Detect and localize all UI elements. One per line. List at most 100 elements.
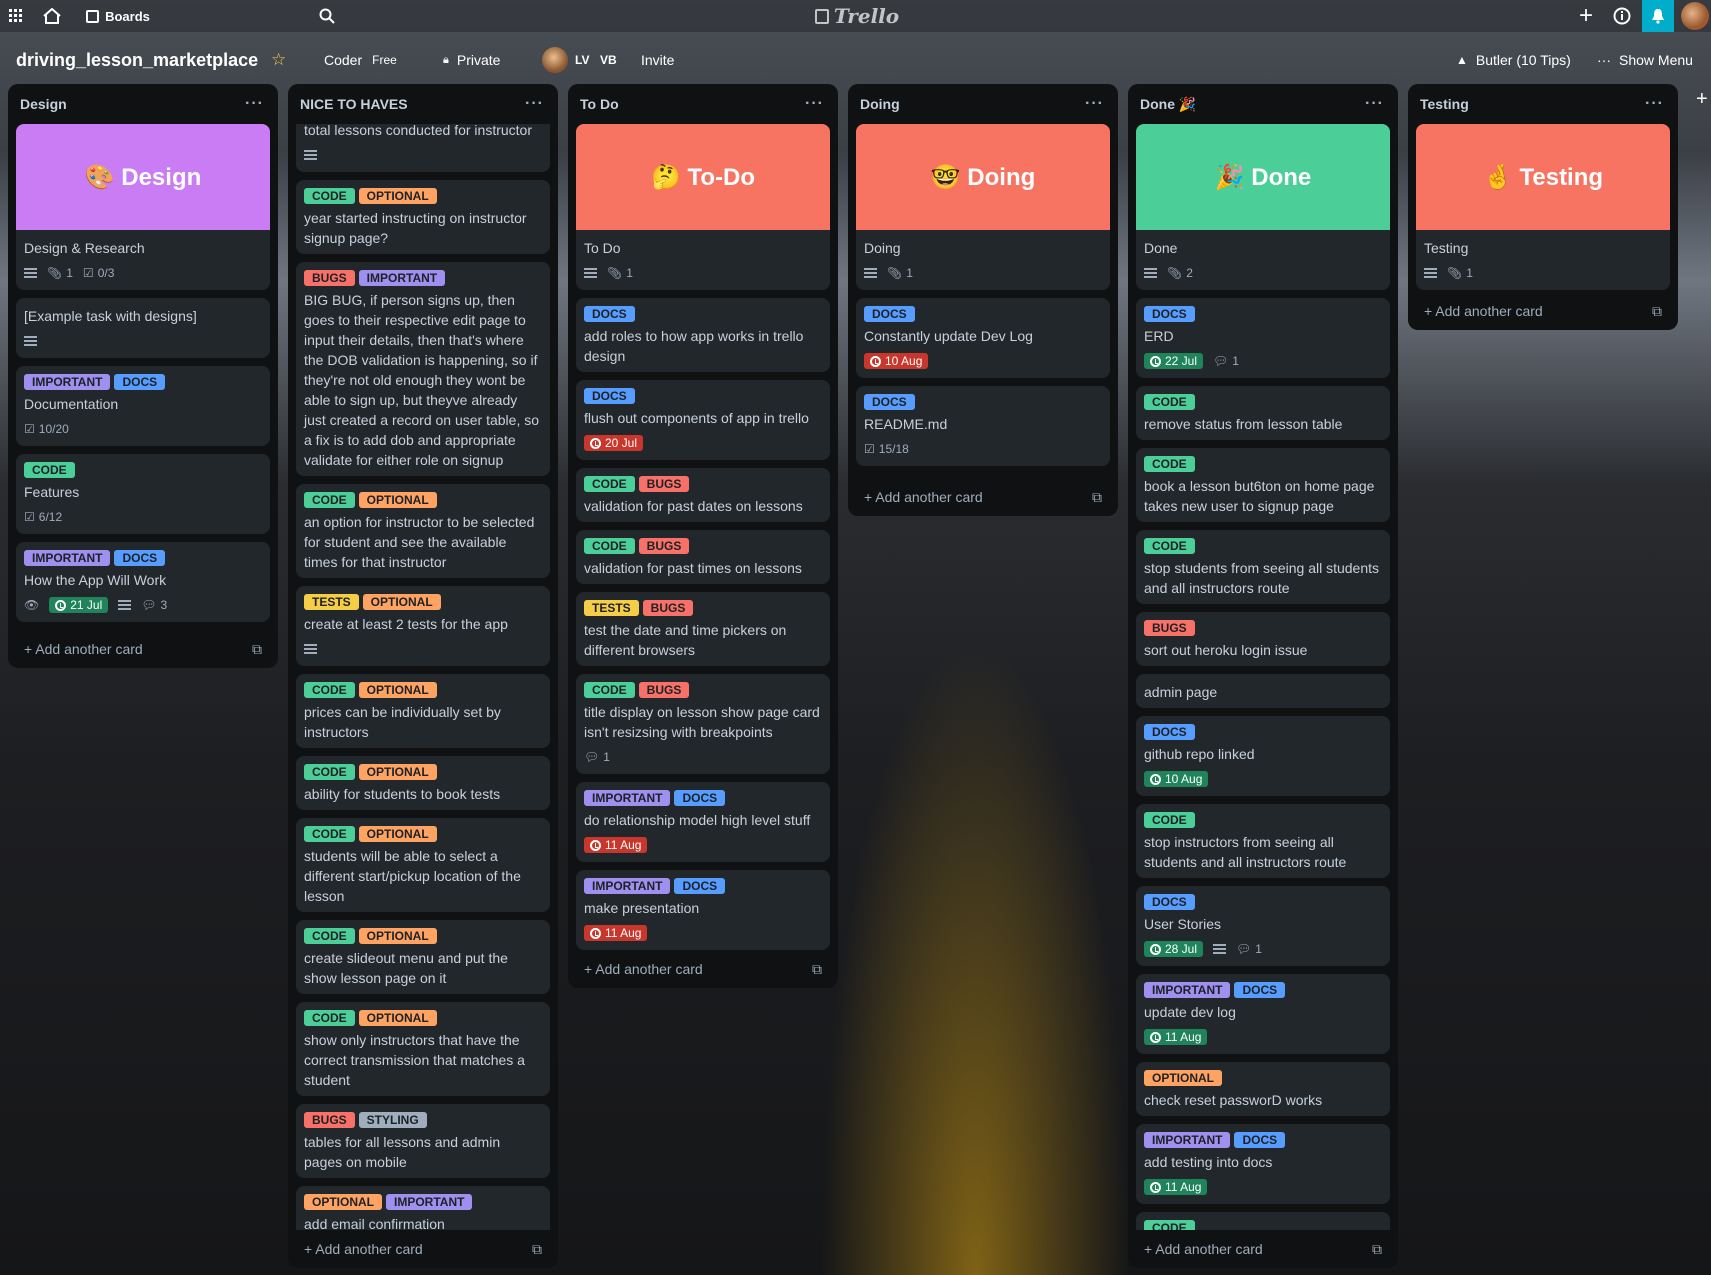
label-code[interactable]: CODE bbox=[584, 476, 635, 492]
due-date-badge[interactable]: 11 Aug bbox=[584, 837, 648, 853]
card[interactable]: 🎉 Done Done 📎︎ 2 bbox=[1136, 124, 1390, 290]
label-docs[interactable]: DOCS bbox=[584, 306, 635, 322]
card[interactable]: IMPORTANT DOCS Documentation ☑ 10/20 bbox=[16, 366, 270, 446]
label-code[interactable]: CODE bbox=[304, 826, 355, 842]
due-date-badge[interactable]: 11 Aug bbox=[1144, 1179, 1208, 1195]
due-date-badge[interactable]: 11 Aug bbox=[1144, 1029, 1208, 1045]
due-date-badge[interactable]: 21 Jul bbox=[49, 597, 109, 613]
add-card-button[interactable]: + Add another card ⧉ bbox=[856, 478, 1110, 516]
label-code[interactable]: CODE bbox=[304, 188, 355, 204]
avatar-icon[interactable] bbox=[1680, 0, 1710, 32]
due-date-badge[interactable]: 20 Jul bbox=[584, 435, 644, 451]
boards-button[interactable]: Boards bbox=[78, 0, 158, 32]
card[interactable]: 🎨 Design Design & Research 📎︎ 1 ☑ 0/3 bbox=[16, 124, 270, 290]
label-optional[interactable]: OPTIONAL bbox=[358, 492, 437, 508]
label-bugs[interactable]: BUGS bbox=[304, 270, 355, 286]
card[interactable]: BUGS STYLING tables for all lessons and ad… bbox=[296, 1104, 550, 1178]
label-code[interactable]: CODE bbox=[584, 682, 635, 698]
card[interactable]: CODE OPTIONAL ability for students to book… bbox=[296, 756, 550, 810]
label-code[interactable]: CODE bbox=[304, 1010, 355, 1026]
label-code[interactable]: CODE bbox=[304, 492, 355, 508]
card[interactable]: [Example task with designs] bbox=[16, 298, 270, 358]
list-menu-icon[interactable]: ··· bbox=[245, 95, 264, 113]
team-button[interactable]: Coder Free bbox=[324, 40, 397, 80]
card-template-icon[interactable]: ⧉ bbox=[1372, 1241, 1382, 1258]
label-docs[interactable]: DOCS bbox=[1144, 306, 1195, 322]
label-optional[interactable]: OPTIONAL bbox=[358, 928, 437, 944]
card[interactable]: DOCS add roles to how app works in trello… bbox=[576, 298, 830, 372]
due-date-badge[interactable]: 10 Aug bbox=[864, 353, 929, 369]
label-docs[interactable]: DOCS bbox=[584, 388, 635, 404]
label-important[interactable]: IMPORTANT bbox=[584, 878, 671, 894]
card[interactable]: 🤓 Doing Doing 📎︎ 1 bbox=[856, 124, 1110, 290]
label-docs[interactable]: DOCS bbox=[1144, 894, 1195, 910]
card[interactable]: DOCS ERD 22 Jul 💬︎ 1 bbox=[1136, 298, 1390, 378]
due-date-badge[interactable]: 22 Jul bbox=[1144, 353, 1204, 369]
card-template-icon[interactable]: ⧉ bbox=[812, 961, 822, 978]
search-icon[interactable] bbox=[314, 0, 340, 32]
card[interactable]: OPTIONAL IMPORTANT add email confirmation bbox=[296, 1186, 550, 1230]
label-code[interactable]: CODE bbox=[1144, 394, 1195, 410]
card[interactable]: DOCS flush out components of app in trell… bbox=[576, 380, 830, 460]
card[interactable]: CODE Features ☑ 6/12 bbox=[16, 454, 270, 534]
label-optional[interactable]: OPTIONAL bbox=[358, 826, 437, 842]
label-code[interactable]: CODE bbox=[584, 538, 635, 554]
card[interactable]: DOCS README.md ☑ 15/18 bbox=[856, 386, 1110, 466]
card[interactable]: admin page bbox=[1136, 674, 1390, 708]
card[interactable]: OPTIONAL check reset passworD works bbox=[1136, 1062, 1390, 1116]
card[interactable]: CODE book a lesson but6ton on home page t… bbox=[1136, 448, 1390, 522]
label-code[interactable]: CODE bbox=[304, 764, 355, 780]
label-optional[interactable]: OPTIONAL bbox=[358, 1010, 437, 1026]
list-title[interactable]: To Do bbox=[580, 96, 619, 112]
bell-icon[interactable] bbox=[1642, 0, 1674, 32]
label-docs[interactable]: DOCS bbox=[864, 306, 915, 322]
label-docs[interactable]: DOCS bbox=[1144, 724, 1195, 740]
label-code[interactable]: CODE bbox=[1144, 456, 1195, 472]
card[interactable]: CODE stop instructors from seeing all stu… bbox=[1136, 804, 1390, 878]
card[interactable]: total lessons conducted for instructor bbox=[296, 124, 550, 172]
card[interactable]: 🤞 Testing Testing 📎︎ 1 bbox=[1416, 124, 1670, 290]
visibility-button[interactable]: 🔒︎ Private bbox=[443, 40, 500, 80]
list-menu-icon[interactable]: ··· bbox=[805, 95, 824, 113]
label-code[interactable]: CODE bbox=[1144, 812, 1195, 828]
list-title[interactable]: NICE TO HAVES bbox=[300, 96, 408, 112]
label-docs[interactable]: DOCS bbox=[674, 878, 726, 894]
list-menu-icon[interactable]: ··· bbox=[1645, 95, 1664, 113]
card[interactable]: CODE OPTIONAL prices can be individually s… bbox=[296, 674, 550, 748]
due-date-badge[interactable]: 10 Aug bbox=[1144, 771, 1209, 787]
member-lv[interactable]: LV bbox=[575, 40, 589, 80]
card[interactable]: IMPORTANT DOCS make presentation 11 Aug bbox=[576, 870, 830, 950]
list-menu-icon[interactable]: ··· bbox=[525, 95, 544, 113]
label-bugs[interactable]: BUGS bbox=[642, 600, 694, 616]
add-card-button[interactable]: + Add another card ⧉ bbox=[1416, 292, 1670, 330]
card[interactable]: IMPORTANT DOCS How the App Will Work 👁︎ 21 J… bbox=[16, 542, 270, 622]
label-docs[interactable]: DOCS bbox=[114, 374, 166, 390]
label-tests[interactable]: TESTS bbox=[304, 594, 359, 610]
card-template-icon[interactable]: ⧉ bbox=[532, 1241, 542, 1258]
add-card-button[interactable]: + Add another card ⧉ bbox=[16, 630, 270, 668]
label-tests[interactable]: TESTS bbox=[584, 600, 639, 616]
add-card-button[interactable]: + Add another card ⧉ bbox=[576, 950, 830, 988]
label-code[interactable]: CODE bbox=[304, 682, 355, 698]
butler-button[interactable]: ▲ Butler (10 Tips) bbox=[1456, 40, 1571, 80]
card[interactable]: CODE BUGS validation for past times on les… bbox=[576, 530, 830, 584]
list-menu-icon[interactable]: ··· bbox=[1085, 95, 1104, 113]
card-template-icon[interactable]: ⧉ bbox=[252, 641, 262, 658]
label-important[interactable]: IMPORTANT bbox=[24, 374, 111, 390]
label-optional[interactable]: OPTIONAL bbox=[304, 1194, 382, 1210]
list-title[interactable]: Testing bbox=[1420, 96, 1469, 112]
label-optional[interactable]: OPTIONAL bbox=[1144, 1070, 1222, 1086]
label-important[interactable]: IMPORTANT bbox=[1144, 982, 1231, 998]
card[interactable]: TESTS BUGS test the date and time pickers … bbox=[576, 592, 830, 666]
add-list-plus-icon[interactable]: + bbox=[1696, 88, 1708, 111]
label-bugs[interactable]: BUGS bbox=[638, 682, 690, 698]
label-docs[interactable]: DOCS bbox=[1234, 982, 1286, 998]
label-bugs[interactable]: BUGS bbox=[1144, 620, 1195, 636]
card[interactable]: CODE BUGS validation for past dates on les… bbox=[576, 468, 830, 522]
member-avatar[interactable] bbox=[542, 40, 568, 80]
add-card-button[interactable]: + Add another card ⧉ bbox=[1136, 1230, 1390, 1268]
label-styling[interactable]: STYLING bbox=[358, 1112, 427, 1128]
invite-button[interactable]: Invite bbox=[641, 40, 674, 80]
card-template-icon[interactable]: ⧉ bbox=[1092, 489, 1102, 506]
card[interactable]: CODE bbox=[1136, 1212, 1390, 1230]
